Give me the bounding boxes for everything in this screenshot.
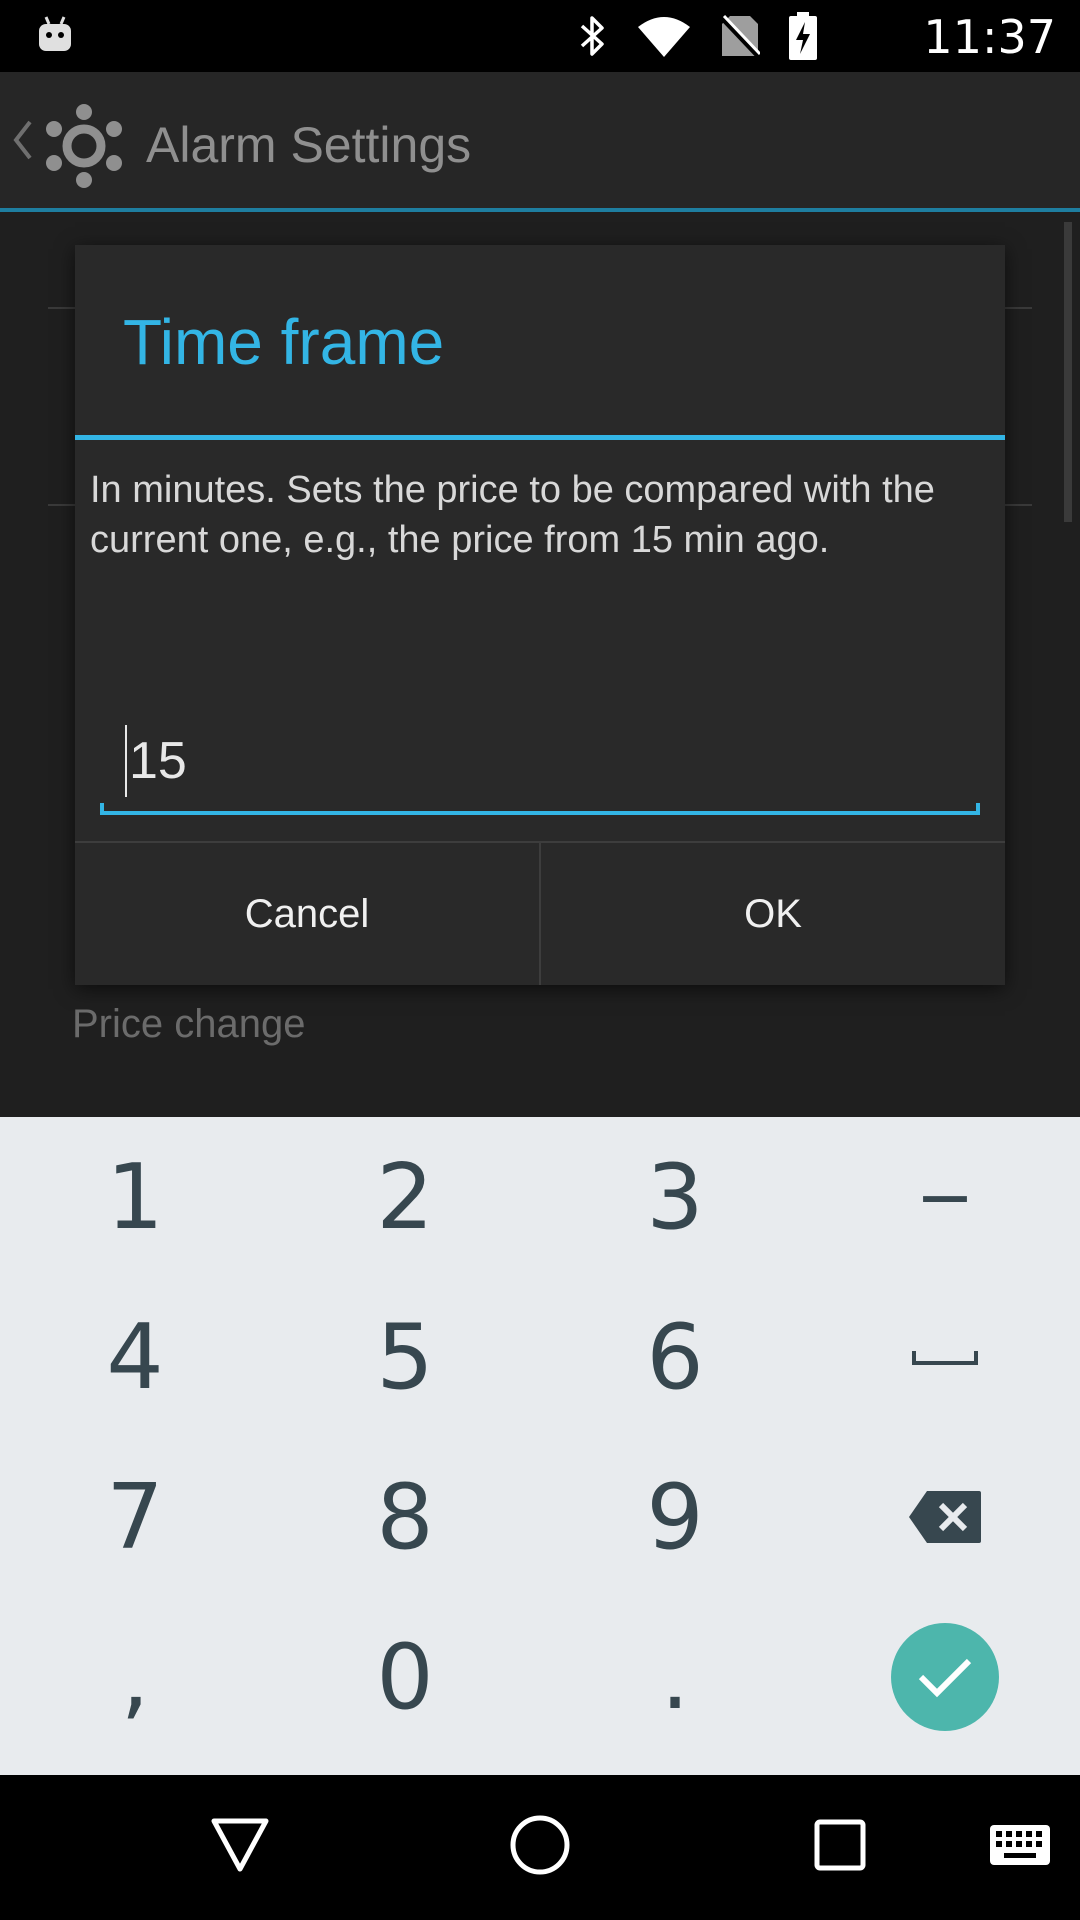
- bluetooth-icon: [580, 16, 604, 56]
- ok-button[interactable]: OK: [541, 843, 1005, 985]
- key-2[interactable]: 2: [270, 1117, 540, 1277]
- dialog-message: In minutes. Sets the price to be compare…: [90, 469, 935, 561]
- status-icons: [578, 12, 818, 60]
- key-7[interactable]: 7: [0, 1437, 270, 1597]
- input-underline: [100, 803, 980, 815]
- key-6[interactable]: 6: [540, 1277, 810, 1437]
- wifi-icon: [638, 17, 690, 57]
- setting-value-price-change[interactable]: Price change: [72, 1002, 305, 1047]
- keyboard-switch-icon: [990, 1825, 1050, 1865]
- app-logo-icon[interactable]: [42, 104, 126, 188]
- key-8[interactable]: 8: [270, 1437, 540, 1597]
- delete-key[interactable]: [810, 1437, 1080, 1597]
- time-frame-dialog: Time frame In minutes. Sets the price to…: [75, 245, 1005, 985]
- enter-key-circle[interactable]: [891, 1623, 999, 1731]
- space-icon: [912, 1351, 978, 1365]
- enter-key[interactable]: [810, 1597, 1080, 1757]
- navigation-bar: [0, 1775, 1080, 1920]
- dialog-title: Time frame: [123, 306, 445, 378]
- home-icon: [510, 1815, 570, 1875]
- key-1[interactable]: 1: [0, 1117, 270, 1277]
- android-debug-icon: [39, 16, 71, 51]
- status-time: 11:37: [923, 10, 1056, 64]
- dialog-title-divider: [75, 435, 1005, 440]
- page-title: Alarm Settings: [146, 117, 472, 173]
- battery-charging-icon: [789, 12, 817, 60]
- back-icon: [211, 1818, 269, 1872]
- recents-icon: [814, 1819, 866, 1871]
- back-chevron-icon[interactable]: [12, 118, 34, 162]
- key-5[interactable]: 5: [270, 1277, 540, 1437]
- action-bar: Alarm Settings: [0, 72, 1080, 212]
- keyboard-switch-button[interactable]: [965, 1795, 1075, 1895]
- nav-home-button[interactable]: [485, 1795, 595, 1895]
- nav-recents-button[interactable]: [785, 1795, 895, 1895]
- time-frame-input-value[interactable]: 15: [125, 725, 187, 797]
- no-sim-icon: [720, 14, 760, 58]
- key-4[interactable]: 4: [0, 1277, 270, 1437]
- cancel-button[interactable]: Cancel: [75, 843, 539, 985]
- time-frame-input[interactable]: 15: [100, 725, 980, 815]
- key-minus[interactable]: −: [810, 1117, 1080, 1277]
- key-comma[interactable]: ,: [0, 1597, 270, 1757]
- nav-back-button[interactable]: [185, 1795, 295, 1895]
- key-3[interactable]: 3: [540, 1117, 810, 1277]
- key-period[interactable]: .: [540, 1597, 810, 1757]
- backspace-icon: [909, 1491, 981, 1543]
- numeric-keyboard: 1 2 3 − 4 5 6 7 8 9 , 0 .: [0, 1117, 1080, 1775]
- key-0[interactable]: 0: [270, 1597, 540, 1757]
- checkmark-icon: [918, 1658, 972, 1698]
- scrollbar[interactable]: [1064, 222, 1072, 522]
- space-key[interactable]: [810, 1277, 1080, 1437]
- status-bar: 11:37: [0, 0, 1080, 72]
- key-9[interactable]: 9: [540, 1437, 810, 1597]
